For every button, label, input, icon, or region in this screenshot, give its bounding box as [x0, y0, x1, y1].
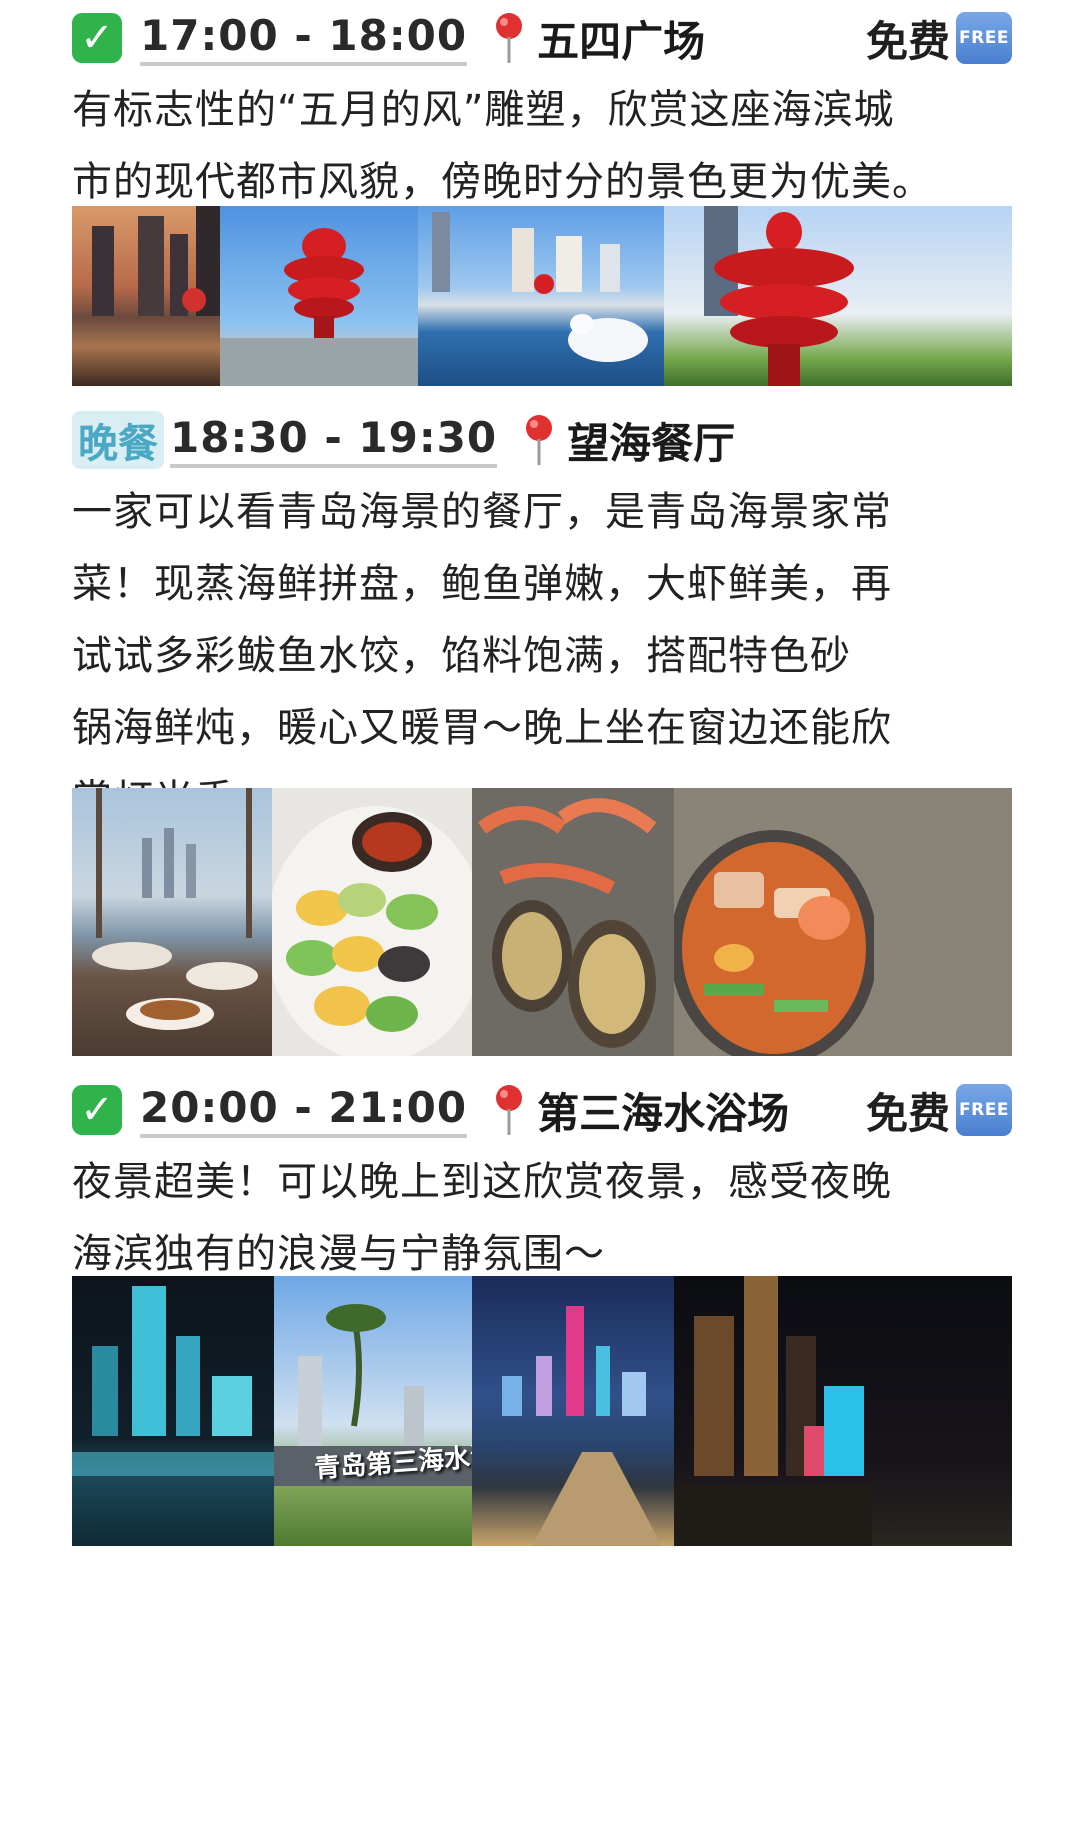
desc-line: 一家可以看青岛海景的餐厅，是青岛海景家常: [72, 489, 892, 535]
location-pin-icon: [496, 13, 523, 63]
place-name: 望海餐厅: [567, 418, 736, 468]
photo-strip-3: 青岛第三海水浴场: [72, 1276, 1012, 1546]
check-icon: ✓: [72, 13, 122, 63]
photo-waterfront-seagull[interactable]: [418, 206, 664, 386]
place-name: 五四广场: [537, 16, 706, 66]
photo-restaurant-window[interactable]: [72, 788, 272, 1056]
photo-colorful-dumplings[interactable]: [272, 788, 472, 1056]
meal-tag: 晚餐: [72, 411, 164, 469]
desc-line: 有标志性的“五月的风”雕塑，欣赏这座海滨城: [72, 87, 895, 133]
fee-label: 免费: [865, 1088, 950, 1138]
place-name: 第三海水浴场: [537, 1088, 790, 1138]
photo-pink-tower-night[interactable]: [472, 1276, 674, 1546]
section-header: 晚餐 18:30 - 19:30 望海餐厅: [72, 408, 1012, 472]
section-third-beach: ✓ 20:00 - 21:00 第三海水浴场 免费 FREE 夜景超美！可以晚上…: [72, 1078, 1012, 1290]
free-badge-icon: FREE: [956, 12, 1012, 64]
window-graphic: [92, 788, 258, 1030]
photo-casserole-stew[interactable]: [674, 788, 1012, 1056]
fee-info: 免费 FREE: [866, 1080, 1012, 1141]
desc-line: 菜！现蒸海鲜拼盘，鲍鱼弹嫩，大虾鲜美，再: [72, 561, 892, 607]
check-icon: ✓: [72, 1085, 122, 1135]
time-range: 18:30 - 19:30: [170, 412, 498, 468]
section-wusi-square: ✓ 17:00 - 18:00 五四广场 免费 FREE 有标志性的“五月的风”…: [72, 6, 1012, 218]
pink-tower-graphic: [502, 1306, 662, 1546]
night-city-graphic: [674, 1276, 872, 1546]
time-range: 17:00 - 18:00: [140, 10, 468, 66]
desc-line: 夜景超美！可以晚上到这欣赏夜景，感受夜晚: [72, 1159, 892, 1205]
sculpture-closeup-graphic: [704, 206, 854, 386]
dumplings-graphic: [272, 806, 472, 1056]
beach-sign-graphic: [274, 1304, 472, 1486]
location-pin-icon: [496, 1085, 523, 1135]
desc-line: 锅海鲜炖，暖心又暖胃～晚上坐在窗边还能欣: [72, 705, 892, 751]
fee-label: 免费: [865, 16, 950, 66]
section-header: ✓ 17:00 - 18:00 五四广场 免费 FREE: [72, 6, 1012, 70]
photo-beach-sign[interactable]: 青岛第三海水浴场: [274, 1276, 472, 1546]
description: 有标志性的“五月的风”雕塑，欣赏这座海滨城 市的现代都市风貌，傍晚时分的景色更为…: [72, 74, 1012, 218]
description: 一家可以看青岛海景的餐厅，是青岛海景家常 菜！现蒸海鲜拼盘，鲍鱼弹嫩，大虾鲜美，…: [72, 476, 1012, 836]
photo-strip-2: [72, 788, 1012, 1056]
sculpture-graphic: [220, 228, 418, 386]
stew-graphic: [674, 830, 878, 1056]
photo-sunset-skyline[interactable]: [72, 206, 220, 386]
location-pin-icon: [526, 415, 553, 465]
photo-red-sculpture-closeup[interactable]: [664, 206, 1012, 386]
time-range: 20:00 - 21:00: [140, 1082, 468, 1138]
seafood-graphic: [477, 798, 657, 1048]
desc-line: 试试多彩鲅鱼水饺，馅料饱满，搭配特色砂: [72, 633, 851, 679]
free-badge-icon: FREE: [956, 1084, 1012, 1136]
fee-info: 免费 FREE: [866, 8, 1012, 69]
night-skyline-graphic: [72, 1286, 274, 1476]
description: 夜景超美！可以晚上到这欣赏夜景，感受夜晚 海滨独有的浪漫与宁静氛围～: [72, 1146, 1012, 1290]
photo-night-city-crowd[interactable]: [674, 1276, 1012, 1546]
photo-seafood-platter[interactable]: [472, 788, 674, 1056]
photo-strip-1: [72, 206, 1012, 386]
section-header: ✓ 20:00 - 21:00 第三海水浴场 免费 FREE: [72, 1078, 1012, 1142]
section-wanghai-restaurant: 晚餐 18:30 - 19:30 望海餐厅 一家可以看青岛海景的餐厅，是青岛海景…: [72, 408, 1012, 836]
waterfront-graphic: [432, 212, 648, 362]
skyline-graphic: [92, 206, 220, 316]
photo-night-skyline-teal[interactable]: [72, 1276, 274, 1546]
photo-red-sculpture-plaza[interactable]: [220, 206, 418, 386]
